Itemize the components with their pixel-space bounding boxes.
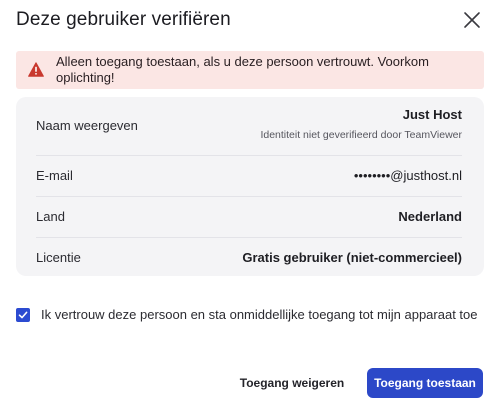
trust-consent: Ik vertrouw deze persoon en sta onmiddel… <box>16 306 484 340</box>
user-details-panel: Naam weergeven Just Host Identiteit niet… <box>16 97 484 276</box>
display-name-value: Just Host <box>402 107 462 122</box>
license-label: Licentie <box>36 250 81 265</box>
row-divider <box>36 155 462 156</box>
dialog-header: Deze gebruiker verifiëren <box>16 8 484 34</box>
trust-checkbox[interactable] <box>16 308 30 322</box>
identity-note: Identiteit niet geverifieerd door TeamVi… <box>260 129 462 141</box>
allow-access-button[interactable]: Toegang toestaan <box>367 368 483 398</box>
deny-access-button[interactable]: Toegang weigeren <box>236 368 348 398</box>
close-button[interactable] <box>463 11 481 29</box>
display-name-label: Naam weergeven <box>36 118 138 133</box>
country-label: Land <box>36 209 65 224</box>
warning-text: Alleen toegang toestaan, als u deze pers… <box>56 54 429 85</box>
checkmark-icon <box>18 311 28 319</box>
country-value: Nederland <box>398 209 462 224</box>
row-divider <box>36 196 462 197</box>
row-divider <box>36 237 462 238</box>
trust-consent-label[interactable]: Ik vertrouw deze persoon en sta onmiddel… <box>41 306 481 324</box>
verify-user-dialog: Deze gebruiker verifiëren Alleen toegang… <box>0 0 500 416</box>
dialog-footer: Toegang weigeren Toegang toestaan <box>0 368 500 398</box>
email-value: ••••••••@justhost.nl <box>353 168 462 183</box>
warning-banner: Alleen toegang toestaan, als u deze pers… <box>16 51 484 89</box>
close-icon <box>464 12 480 28</box>
dialog-title: Deze gebruiker verifiëren <box>16 9 231 30</box>
email-label: E-mail <box>36 168 73 183</box>
license-value: Gratis gebruiker (niet-commercieel) <box>242 250 462 265</box>
warning-triangle-icon <box>28 62 44 77</box>
